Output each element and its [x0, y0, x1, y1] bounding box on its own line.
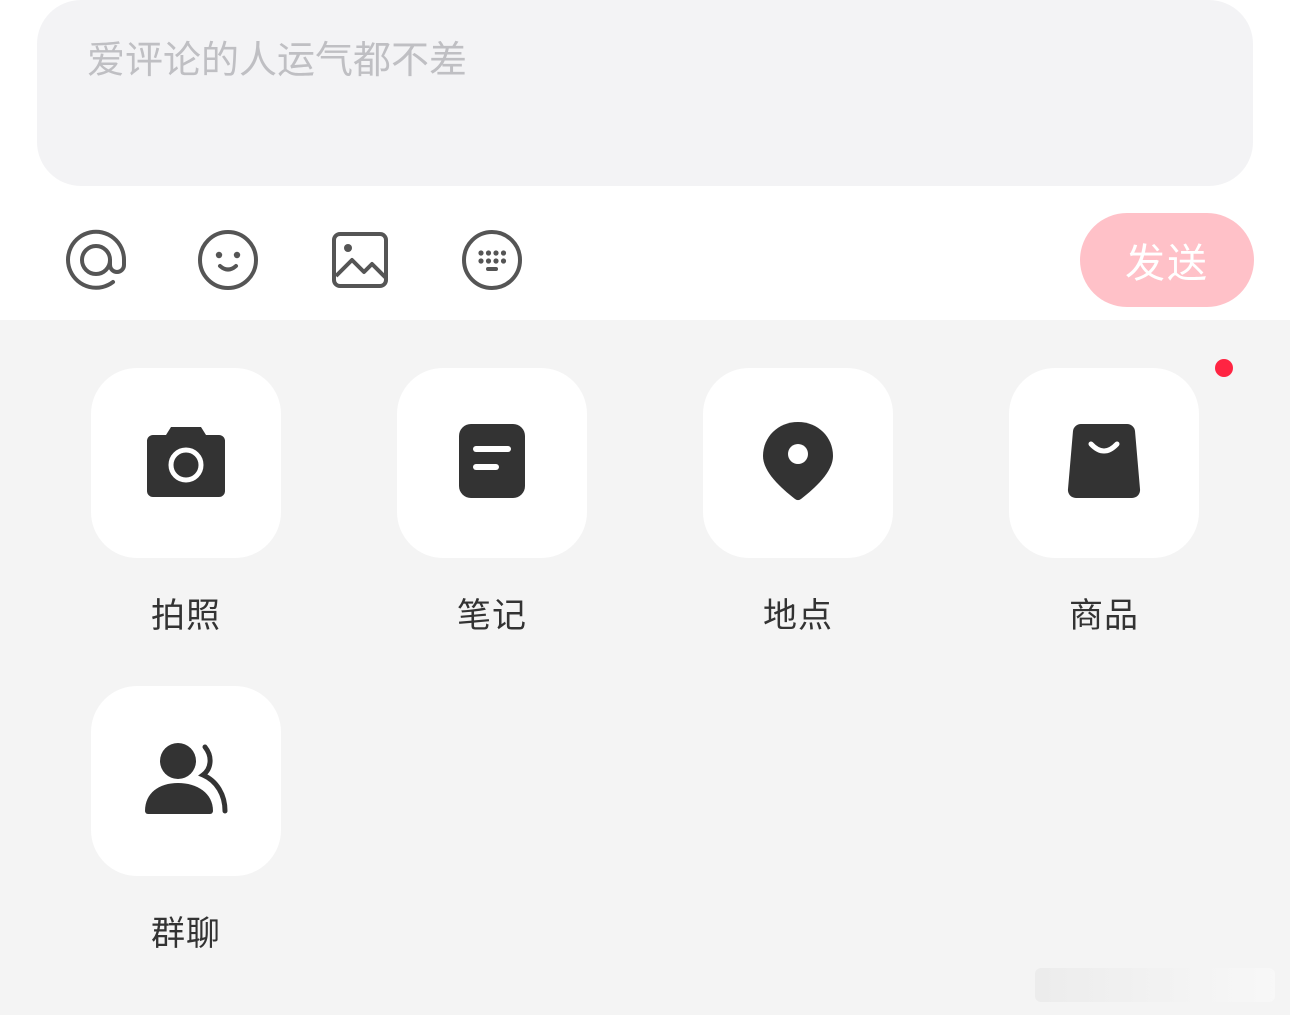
panel-item-label: 地点 — [763, 596, 833, 636]
emoji-button[interactable] — [196, 228, 260, 292]
new-badge-dot — [1215, 359, 1233, 377]
image-button[interactable] — [328, 228, 392, 292]
tile-card — [91, 686, 281, 876]
keyboard-button[interactable] — [460, 228, 524, 292]
keyboard-icon — [460, 228, 524, 292]
panel-item-label: 商品 — [1069, 596, 1139, 636]
image-icon — [328, 228, 392, 292]
panel-item-group-chat[interactable]: 群聊 — [91, 686, 281, 955]
note-icon — [457, 422, 527, 504]
tile-card — [397, 368, 587, 558]
mention-button[interactable] — [64, 228, 128, 292]
panel-item-location[interactable]: 地点 — [703, 368, 893, 637]
send-button[interactable]: 发送 — [1080, 213, 1254, 307]
comment-composer: 发送 — [0, 0, 1290, 320]
panel-item-product[interactable]: 商品 — [1009, 368, 1199, 637]
panel-item-note[interactable]: 笔记 — [397, 368, 587, 637]
comment-box[interactable] — [37, 0, 1253, 186]
group-chat-icon — [143, 741, 229, 821]
panel-item-label: 笔记 — [457, 596, 527, 636]
tile-card — [91, 368, 281, 558]
panel-item-camera[interactable]: 拍照 — [91, 368, 281, 637]
camera-icon — [145, 423, 227, 503]
panel-item-label: 拍照 — [151, 596, 221, 636]
emoji-icon — [196, 228, 260, 292]
comment-input[interactable] — [87, 30, 1187, 90]
home-indicator — [1035, 968, 1275, 1002]
tile-card — [703, 368, 893, 558]
panel-item-label: 群聊 — [151, 914, 221, 954]
at-icon — [64, 228, 128, 292]
location-pin-icon — [761, 420, 835, 506]
tile-card — [1009, 368, 1199, 558]
shopping-bag-icon — [1067, 422, 1141, 504]
